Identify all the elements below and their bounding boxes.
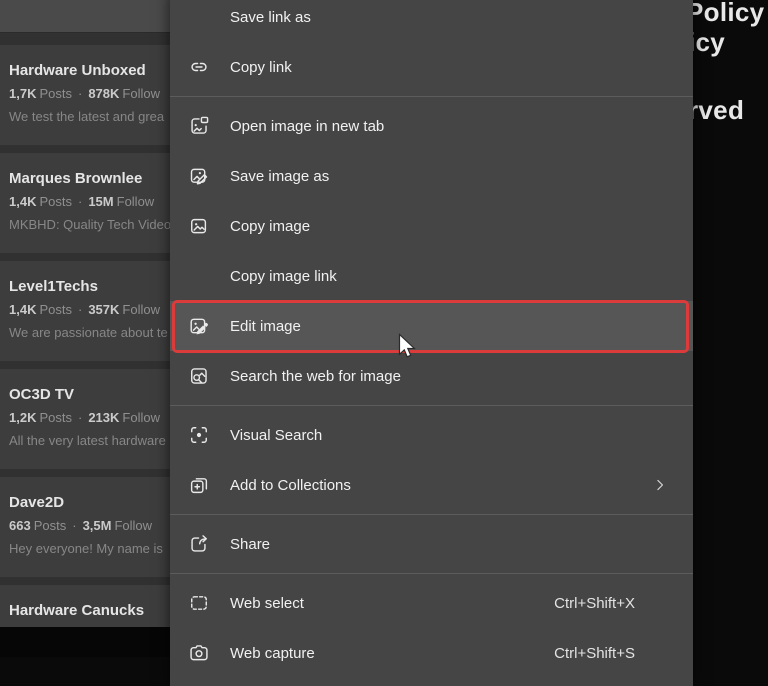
- menu-separator: [170, 514, 693, 515]
- menu-item-edit-image[interactable]: Edit image: [170, 301, 693, 351]
- list-item[interactable]: OC3D TV 1,2KPosts·213KFollow All the ver…: [0, 369, 172, 469]
- save-image-as-icon: [188, 165, 210, 187]
- edit-image-icon: [188, 315, 210, 337]
- panel-bottom-strip: [0, 627, 172, 657]
- menu-item-label: Copy image: [230, 218, 667, 235]
- footer-text-fragment: rved: [688, 95, 744, 126]
- menu-item-label: Share: [230, 536, 667, 553]
- footer-link-fragment[interactable]: Policy: [686, 0, 764, 28]
- menu-item-visual-search[interactable]: Visual Search: [170, 410, 693, 460]
- channel-description: We are passionate about te: [9, 325, 168, 340]
- channel-stats: 1,4KPosts·357KFollow: [9, 302, 160, 317]
- menu-item-label: Visual Search: [230, 427, 667, 444]
- channel-name: Marques Brownlee: [9, 170, 142, 187]
- menu-item-search-the-web-for-image[interactable]: Search the web for image: [170, 351, 693, 401]
- web-capture-icon: [188, 642, 210, 664]
- channel-description: All the very latest hardware: [9, 433, 166, 448]
- context-menu: Save link as Copy link Open image in new…: [170, 0, 693, 686]
- menu-item-copy-image[interactable]: Copy image: [170, 201, 693, 251]
- channel-stats: 1,2KPosts·213KFollow: [9, 410, 160, 425]
- chevron-right-icon: [653, 478, 667, 492]
- channel-list-panel: Hardware Unboxed 1,7KPosts·878KFollow We…: [0, 0, 172, 657]
- menu-item-save-link-as[interactable]: Save link as: [170, 0, 693, 42]
- share-icon: [188, 533, 210, 555]
- list-item[interactable]: Hardware Unboxed 1,7KPosts·878KFollow We…: [0, 45, 172, 145]
- menu-item-label: Add to Collections: [230, 477, 653, 494]
- menu-item-label: Edit image: [230, 318, 667, 335]
- menu-item-web-select[interactable]: Web select Ctrl+Shift+X: [170, 578, 693, 628]
- menu-item-add-to-collections[interactable]: Add to Collections: [170, 460, 693, 510]
- menu-item-open-image-in-new-tab[interactable]: Open image in new tab: [170, 101, 693, 151]
- menu-item-shortcut: Ctrl+Shift+X: [554, 595, 635, 612]
- list-item[interactable]: Marques Brownlee 1,4KPosts·15MFollow MKB…: [0, 153, 172, 253]
- channel-name: Dave2D: [9, 494, 64, 511]
- channel-name: OC3D TV: [9, 386, 74, 403]
- channel-name: Level1Techs: [9, 278, 98, 295]
- menu-item-label: Open image in new tab: [230, 118, 667, 135]
- channel-stats: 1,7KPosts·878KFollow: [9, 86, 160, 101]
- menu-item-web-capture[interactable]: Web capture Ctrl+Shift+S: [170, 628, 693, 678]
- menu-item-label: Web select: [230, 595, 554, 612]
- channel-stats: 1,4KPosts·15MFollow: [9, 194, 154, 209]
- open-image-in-new-tab-icon: [188, 115, 210, 137]
- add-to-collections-icon: [188, 474, 210, 496]
- menu-separator: [170, 405, 693, 406]
- list-item[interactable]: Level1Techs 1,4KPosts·357KFollow We are …: [0, 261, 172, 361]
- menu-item-copy-image-link[interactable]: Copy image link: [170, 251, 693, 301]
- menu-item-share[interactable]: Share: [170, 519, 693, 569]
- copy-link-icon: [188, 56, 210, 78]
- channel-stats: 663Posts·3,5MFollow: [9, 518, 152, 533]
- copy-image-icon: [188, 215, 210, 237]
- visual-search-icon: [188, 424, 210, 446]
- channel-description: Hey everyone! My name is: [9, 541, 163, 556]
- channel-name: Hardware Canucks: [9, 602, 144, 619]
- menu-item-label: Copy image link: [230, 268, 667, 285]
- menu-item-shortcut: Ctrl+Shift+S: [554, 645, 635, 662]
- channel-description: MKBHD: Quality Tech Video: [9, 217, 171, 232]
- web-select-icon: [188, 592, 210, 614]
- list-item[interactable]: Dave2D 663Posts·3,5MFollow Hey everyone!…: [0, 477, 172, 577]
- menu-item-label: Search the web for image: [230, 368, 667, 385]
- menu-item-label: Save image as: [230, 168, 667, 185]
- channel-description: We test the latest and grea: [9, 109, 164, 124]
- menu-item-label: Copy link: [230, 59, 667, 76]
- footer-link-fragment[interactable]: icy: [688, 27, 725, 58]
- channel-name: Hardware Unboxed: [9, 62, 146, 79]
- menu-item-save-image-as[interactable]: Save image as: [170, 151, 693, 201]
- menu-item-label: Web capture: [230, 645, 554, 662]
- search-web-for-image-icon: [188, 365, 210, 387]
- menu-item-copy-link[interactable]: Copy link: [170, 42, 693, 92]
- menu-separator: [170, 96, 693, 97]
- menu-item-label: Save link as: [230, 9, 667, 26]
- panel-top-strip: [0, 0, 172, 33]
- menu-separator: [170, 573, 693, 574]
